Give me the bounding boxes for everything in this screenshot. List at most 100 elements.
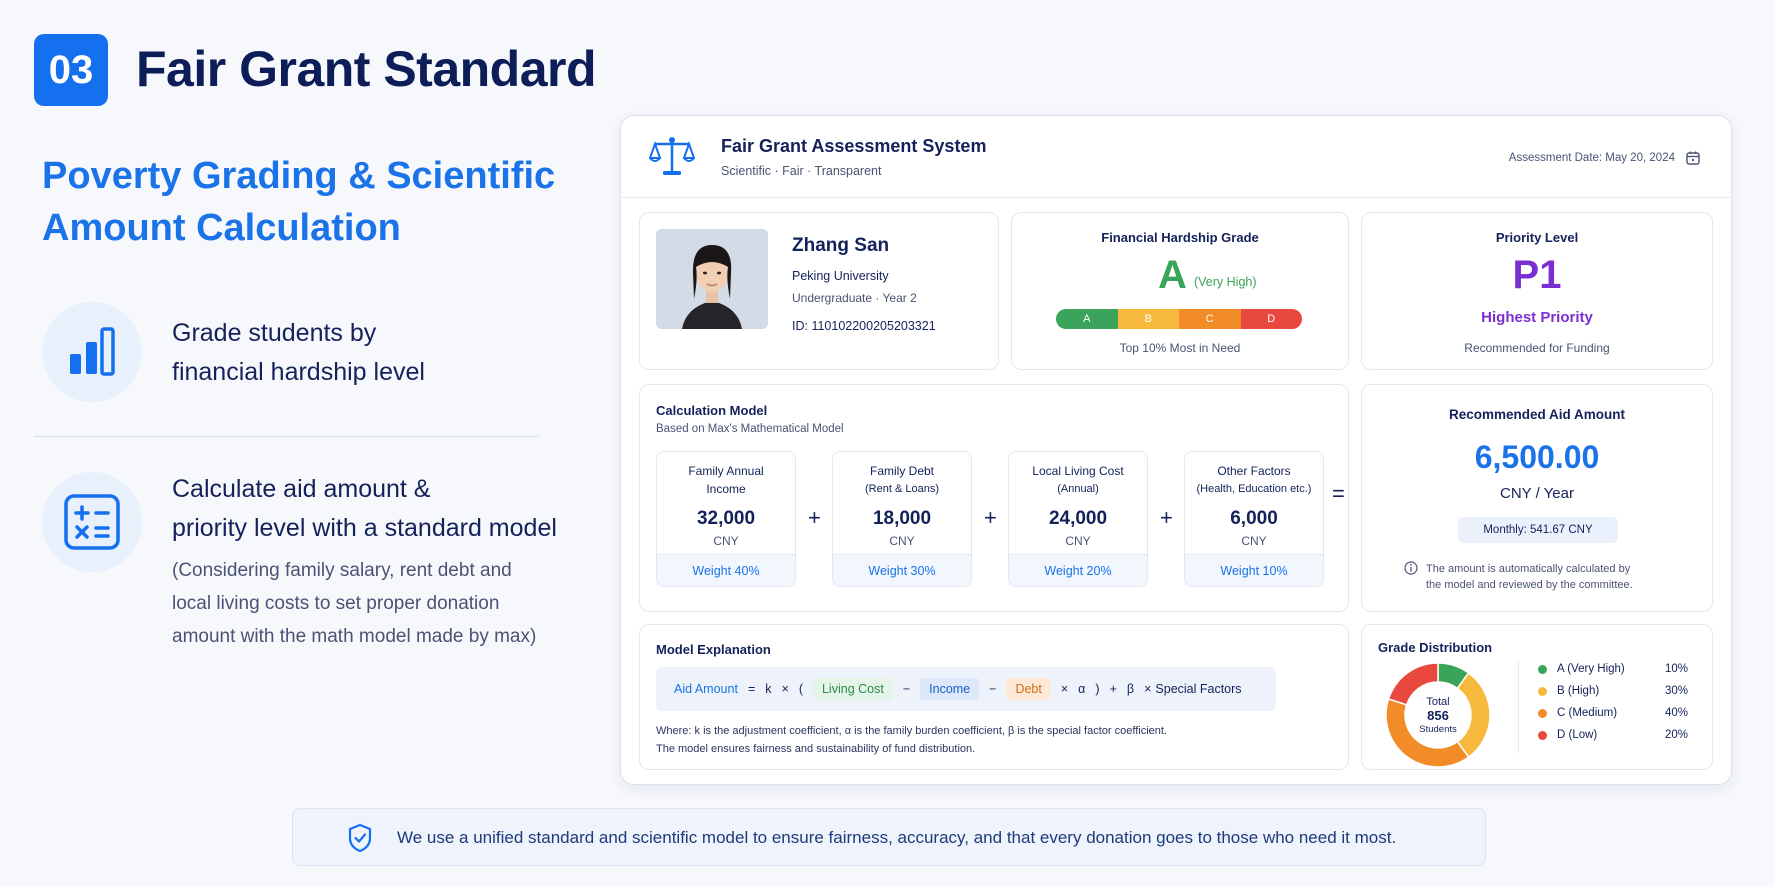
feature-line: financial hardship level xyxy=(172,358,425,386)
aid-unit: CNY / Year xyxy=(1500,485,1574,502)
hardship-grade-card: Financial Hardship Grade A (Very High) A… xyxy=(1011,212,1349,370)
grade-segment-a: A xyxy=(1056,309,1118,329)
feature-note: (Considering family salary, rent debt an… xyxy=(172,560,512,581)
formula-bar: Aid Amount = k × ( Living Cost − Income … xyxy=(656,667,1276,711)
info-icon xyxy=(1404,561,1418,580)
factor-weight: Weight 40% xyxy=(657,554,795,586)
student-name: Zhang San xyxy=(792,235,890,256)
hardship-title: Financial Hardship Grade xyxy=(1101,230,1259,245)
legend-item: A (Very High) 10% xyxy=(1538,663,1688,675)
aid-amount: 6,500.00 xyxy=(1474,439,1600,475)
plus-operator: + xyxy=(808,505,821,530)
factor-value: 24,000 xyxy=(1048,508,1108,529)
aid-note: The amount is automatically calculated b… xyxy=(1426,563,1631,575)
priority-level: P1 xyxy=(1512,253,1562,297)
formula-symbol: − xyxy=(989,682,997,696)
panel-header: Fair Grant Assessment System Scientific … xyxy=(621,116,1731,198)
legend-item: C (Medium) 40% xyxy=(1538,707,1688,719)
grade-segment-c: C xyxy=(1179,309,1241,329)
calculation-model-card: Calculation Model Based on Max's Mathema… xyxy=(639,384,1349,612)
student-card: Zhang San Peking University Undergraduat… xyxy=(639,212,999,370)
legend-divider xyxy=(1518,661,1519,753)
assessment-date: Assessment Date: May 20, 2024 xyxy=(1508,152,1675,164)
assessment-panel: Fair Grant Assessment System Scientific … xyxy=(620,115,1732,785)
legend-pct: 10% xyxy=(1664,663,1688,675)
student-program: Undergraduate · Year 2 xyxy=(792,291,917,305)
legend-dot xyxy=(1538,708,1547,718)
formula-income-chip: Income xyxy=(920,678,980,700)
hardship-grade-letter: A xyxy=(1158,253,1187,297)
grade-segment-d: D xyxy=(1240,309,1302,329)
factor-unit: CNY xyxy=(1065,534,1091,548)
formula-symbol: × xyxy=(1144,682,1152,696)
donut-center-unit: Students xyxy=(1419,724,1457,735)
system-subtitle: Scientific · Fair · Transparent xyxy=(721,164,882,178)
legend-label: D (Low) xyxy=(1557,729,1598,741)
formula-symbol: + xyxy=(1109,682,1117,696)
model-explanation-card: Model Explanation Aid Amount = k × ( Liv… xyxy=(639,624,1349,770)
explanation-title: Model Explanation xyxy=(656,642,771,657)
legend-dot xyxy=(1538,686,1547,696)
factor-living-cost: Local Living Cost (Annual) 24,000 CNY Wei… xyxy=(1008,451,1148,587)
student-university: Peking University xyxy=(792,269,889,283)
legend-label: A (Very High) xyxy=(1557,663,1625,675)
hardship-note: Top 10% Most in Need xyxy=(1119,341,1241,355)
factor-label: Other Factors xyxy=(1217,464,1291,478)
factor-weight: Weight 20% xyxy=(1009,554,1147,586)
student-photo xyxy=(656,229,768,329)
factor-label: Local Living Cost xyxy=(1032,464,1124,478)
factor-other: Other Factors (Health, Education etc.) 6,… xyxy=(1184,451,1324,587)
equals-operator: = xyxy=(1332,481,1345,506)
student-id: ID: 110102200205203321 xyxy=(792,319,936,333)
plus-operator: + xyxy=(984,505,997,530)
factor-unit: CNY xyxy=(889,534,915,548)
priority-label: Highest Priority xyxy=(1481,309,1593,326)
donut-center-value: 856 xyxy=(1427,708,1449,723)
model-subtitle: Based on Max's Mathematical Model xyxy=(656,423,844,435)
factor-family-debt: Family Debt (Rent & Loans) 18,000 CNY Wei… xyxy=(832,451,972,587)
factor-family-income: Family Annual Income 32,000 CNY Weight 40… xyxy=(656,451,796,587)
explanation-line: The model ensures fairness and sustainab… xyxy=(656,743,976,755)
factor-label: (Health, Education etc.) xyxy=(1196,483,1312,495)
grade-segment-b: B xyxy=(1117,309,1179,329)
formula-symbol: ( xyxy=(798,682,803,696)
formula-symbol: − xyxy=(902,682,911,696)
grade-distribution-card: Grade Distribution Total 856 Students A … xyxy=(1361,624,1713,770)
feature-grade-students: Grade students by financial hardship lev… xyxy=(42,302,425,402)
priority-card: Priority Level P1 Highest Priority Recom… xyxy=(1361,212,1713,370)
formula-special-factors: Special Factors xyxy=(1155,682,1242,696)
feature-line: Calculate aid amount & xyxy=(172,475,431,503)
divider xyxy=(34,436,539,437)
aid-note: the model and reviewed by the committee. xyxy=(1426,579,1633,591)
shield-check-icon xyxy=(347,823,373,858)
legend-label: B (High) xyxy=(1557,685,1600,697)
legend-pct: 40% xyxy=(1664,707,1688,719)
model-title: Calculation Model xyxy=(656,403,768,418)
system-title: Fair Grant Assessment System xyxy=(721,136,987,156)
formula-aid-amount: Aid Amount xyxy=(674,682,738,696)
footer-note: We use a unified standard and scientific… xyxy=(292,808,1486,866)
legend-item: D (Low) 20% xyxy=(1538,729,1688,741)
explanation-line: Where: k is the adjustment coefficient, … xyxy=(656,725,1167,737)
bar-chart-icon xyxy=(42,302,142,402)
factor-weight: Weight 30% xyxy=(833,554,971,586)
legend-dot xyxy=(1538,730,1547,740)
formula-debt-chip: Debt xyxy=(1006,678,1051,700)
factor-unit: CNY xyxy=(1241,534,1267,548)
legend-label: C (Medium) xyxy=(1557,707,1618,719)
calendar-icon[interactable] xyxy=(1685,150,1701,171)
formula-symbol: α xyxy=(1078,682,1086,696)
formula-symbol: β xyxy=(1126,682,1135,696)
legend-dot xyxy=(1538,664,1547,674)
feature-line: Grade students by xyxy=(172,319,377,347)
factor-label: Income xyxy=(706,482,746,496)
factor-label: Family Annual xyxy=(688,464,764,478)
feature-note: amount with the math model made by max) xyxy=(172,626,537,647)
slide-subtitle: Poverty Grading & Scientific Amount Calc… xyxy=(42,155,556,249)
distribution-title: Grade Distribution xyxy=(1378,640,1493,655)
formula-symbol: × xyxy=(781,682,789,696)
formula-living-cost-chip: Living Cost xyxy=(812,678,893,700)
formula-symbol: ) xyxy=(1095,682,1100,696)
factor-value: 32,000 xyxy=(696,508,756,529)
hardship-grade-desc: (Very High) xyxy=(1194,275,1257,289)
